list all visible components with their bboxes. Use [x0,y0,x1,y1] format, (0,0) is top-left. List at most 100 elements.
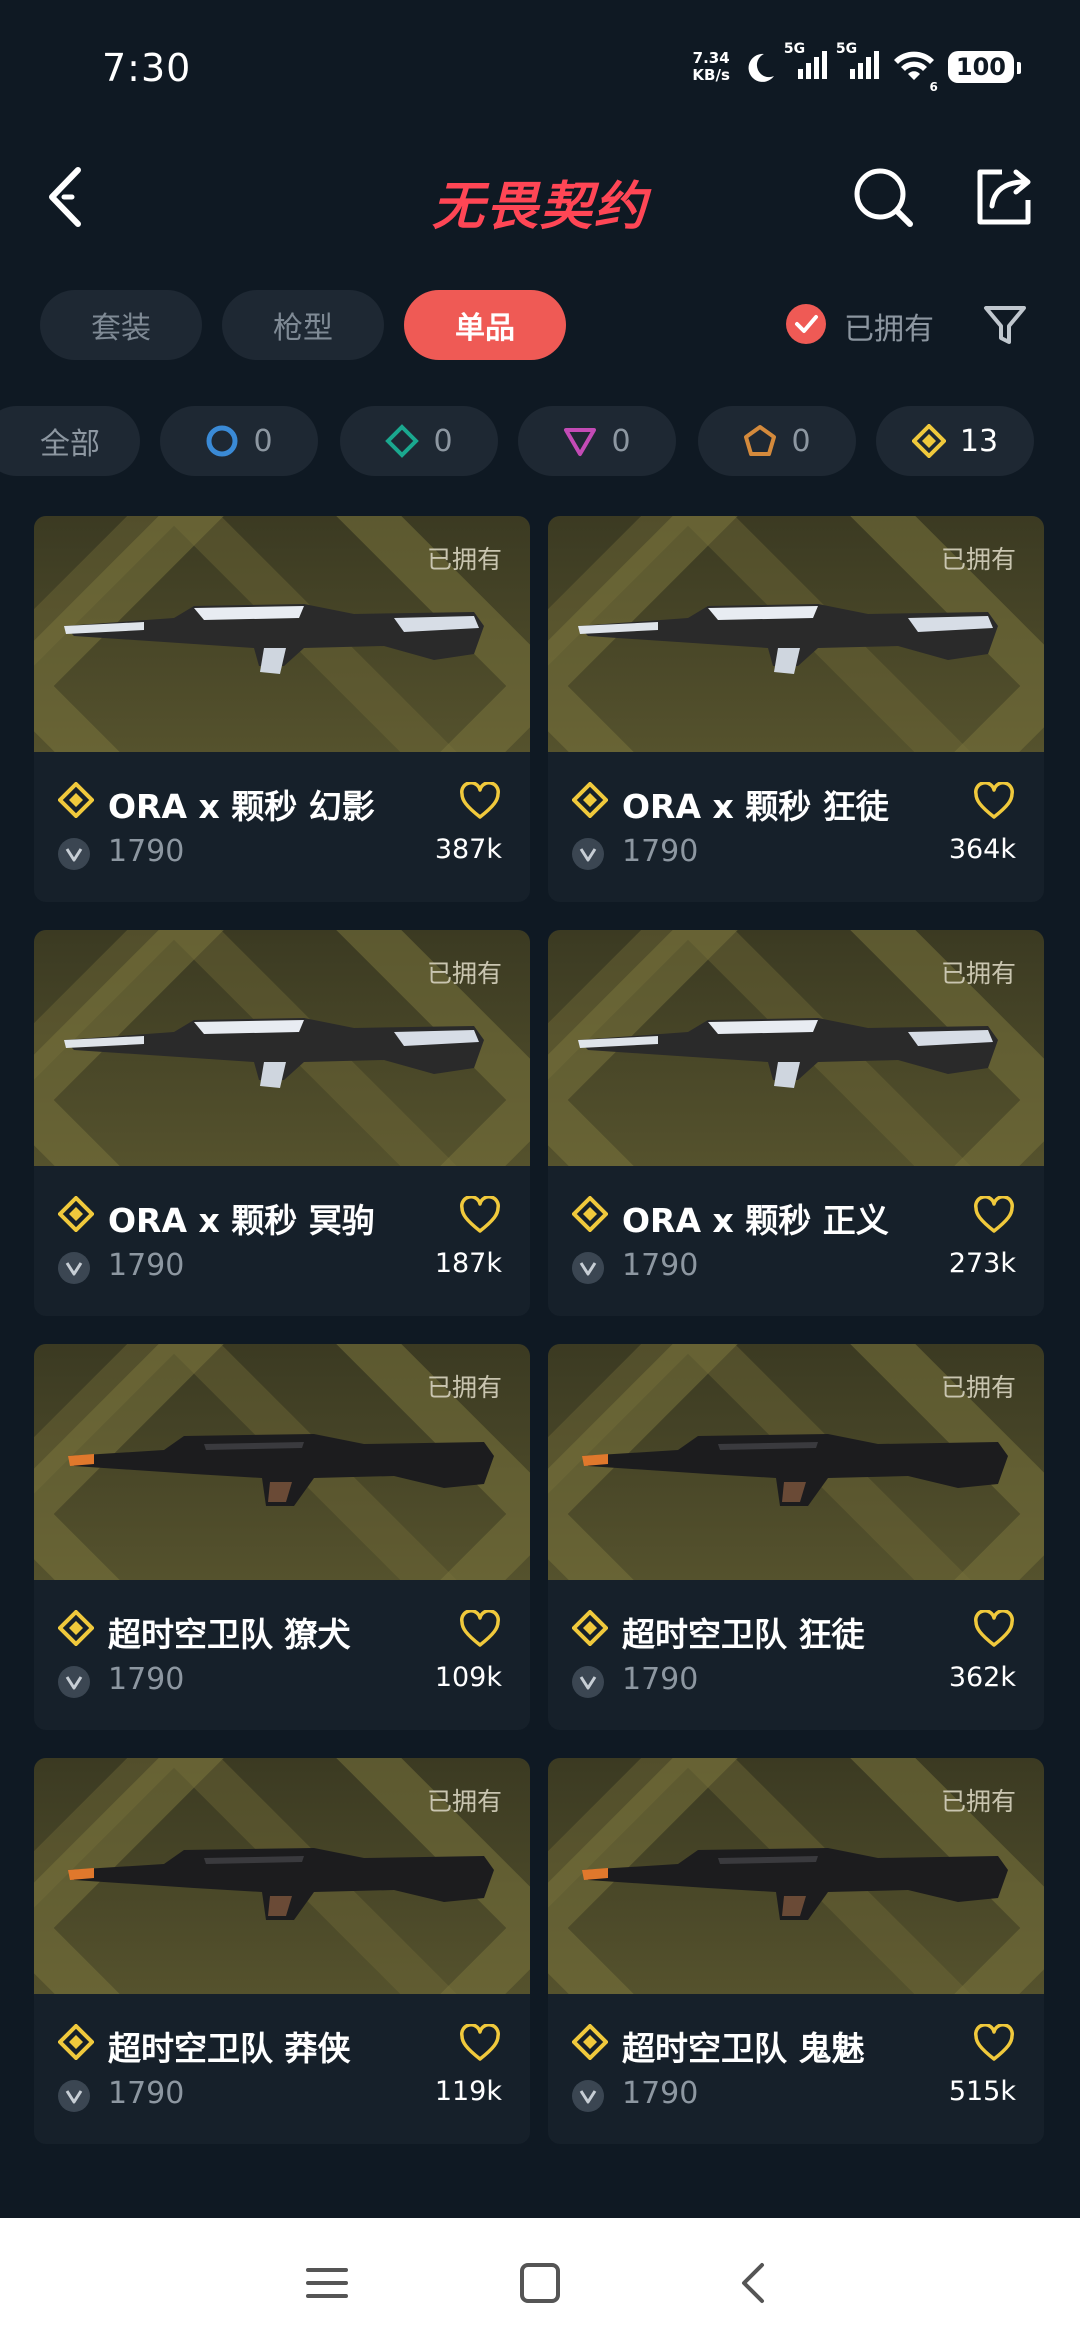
weapon-skin-image [64,1018,484,1088]
item-title: ORA x 颗秒 冥驹 [108,1201,375,1240]
item-card[interactable]: 已拥有 超时空卫队 鬼魅 1790 515k [548,1758,1044,2144]
exclusive-edition-icon [572,782,608,818]
valorant-points-icon [58,2080,90,2112]
status-bar: 7:30 7.34 KB/s 5G 5G 6 100 [0,0,1080,130]
menu-icon[interactable] [304,2260,350,2306]
tab-weapon-types[interactable]: 枪型 [222,290,384,360]
wifi-icon: 6 [892,48,938,94]
item-price: 1790 [108,2076,185,2111]
weapon-skin-image [68,1434,494,1506]
item-card[interactable]: 已拥有 超时空卫队 狂徒 1790 362k [548,1344,1044,1730]
app-title: 无畏契约 [431,177,648,237]
heart-icon[interactable] [974,782,1014,822]
item-image-area: 已拥有 [34,516,530,752]
item-likes: 273k [948,1248,1016,1279]
search-icon[interactable] [850,164,916,230]
item-title: 超时空卫队 莽侠 [108,2029,351,2068]
exclusive-edition-icon [58,1610,94,1646]
chip-ultra[interactable]: 0 [698,406,856,476]
sim2-label: 5G [835,41,858,57]
item-price: 1790 [108,1248,185,1283]
chip-select[interactable]: 0 [160,406,318,476]
heart-icon[interactable] [460,782,500,822]
moon-icon [748,53,774,82]
category-tabs: 套装 枪型 单品 已拥有 [40,290,1040,362]
chip-all[interactable]: 全部 [0,406,140,476]
signal-2-icon: 5G [836,41,880,85]
item-image-area: 已拥有 [548,516,1044,752]
item-price: 1790 [622,834,699,869]
item-likes: 187k [434,1248,502,1279]
select-edition-icon [206,425,238,457]
chip-exclusive-count: 13 [959,423,999,459]
item-price: 1790 [622,1248,699,1283]
wifi-badge: 6 [929,80,938,94]
item-likes: 364k [948,834,1016,865]
sim1-label: 5G [783,41,806,57]
heart-icon[interactable] [460,1610,500,1650]
weapon-skin-image [578,604,998,674]
heart-icon[interactable] [974,1610,1014,1650]
item-card[interactable]: 已拥有 ORA x 颗秒 正义 1790 273k [548,930,1044,1316]
weapon-skin-image [582,1434,1008,1506]
item-image-area: 已拥有 [34,930,530,1166]
item-card[interactable]: 已拥有 ORA x 颗秒 狂徒 1790 364k [548,516,1044,902]
item-price: 1790 [622,1662,699,1697]
exclusive-edition-icon [572,1610,608,1646]
valorant-points-icon [572,2080,604,2112]
chip-select-count: 0 [253,423,273,459]
item-title: ORA x 颗秒 狂徒 [622,787,889,826]
heart-icon[interactable] [460,1196,500,1236]
item-image-area: 已拥有 [548,930,1044,1166]
chip-premium[interactable]: 0 [518,406,676,476]
exclusive-edition-icon [572,1196,608,1232]
exclusive-edition-icon [58,1196,94,1232]
nav-back-icon[interactable] [732,2260,778,2306]
network-speed-value: 7.34 [692,49,730,67]
exclusive-edition-icon [58,2024,94,2060]
item-image-area: 已拥有 [34,1758,530,1994]
item-image-area: 已拥有 [34,1344,530,1580]
weapon-skin-image [64,604,484,674]
chip-deluxe-count: 0 [433,423,453,459]
item-card[interactable]: 已拥有 超时空卫队 莽侠 1790 119k [34,1758,530,2144]
item-likes: 515k [948,2076,1016,2107]
item-title: 超时空卫队 鬼魅 [622,2029,865,2068]
valorant-points-icon [58,838,90,870]
item-card[interactable]: 已拥有 超时空卫队 獠犬 1790 109k [34,1344,530,1730]
share-icon[interactable] [970,164,1036,230]
chip-deluxe[interactable]: 0 [340,406,498,476]
status-time: 7:30 [102,46,192,90]
owned-tag: 已拥有 [426,545,502,574]
tab-items[interactable]: 单品 [404,290,566,360]
system-navigation-bar [0,2218,1080,2347]
network-speed-unit: KB/s [692,66,730,84]
home-icon[interactable] [517,2260,563,2306]
owned-checkbox[interactable] [786,304,826,344]
weapon-skin-image [578,1018,998,1088]
item-price: 1790 [108,1662,185,1697]
valorant-points-icon [572,1666,604,1698]
battery-indicator: 100 [947,51,1022,83]
item-title: 超时空卫队 獠犬 [108,1615,351,1654]
item-title: 超时空卫队 狂徒 [622,1615,865,1654]
item-card[interactable]: 已拥有 ORA x 颗秒 幻影 1790 387k [34,516,530,902]
heart-icon[interactable] [974,1196,1014,1236]
rarity-filter-row: 全部 0 0 0 0 13 [0,406,1080,478]
chip-all-label: 全部 [40,427,100,462]
heart-icon[interactable] [460,2024,500,2064]
item-card[interactable]: 已拥有 ORA x 颗秒 冥驹 1790 187k [34,930,530,1316]
exclusive-edition-icon [58,782,94,818]
chip-ultra-count: 0 [791,423,811,459]
valorant-points-icon [572,1252,604,1284]
chip-exclusive[interactable]: 13 [876,406,1034,476]
exclusive-edition-icon [911,424,946,458]
item-title: ORA x 颗秒 正义 [622,1201,889,1240]
owned-filter-label[interactable]: 已拥有 [844,304,934,348]
item-price: 1790 [622,2076,699,2111]
tab-bundles[interactable]: 套装 [40,290,202,360]
chip-premium-count: 0 [611,423,631,459]
valorant-points-icon [572,838,604,870]
heart-icon[interactable] [974,2024,1014,2064]
filter-icon[interactable] [980,300,1030,350]
